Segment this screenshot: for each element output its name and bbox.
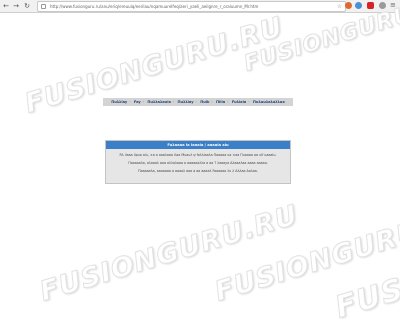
site-nav: Πuλλlay · Fay · Πuλλaλaula · Πuλλlay · Πulk ·… [103, 98, 293, 106]
nav-separator: · [195, 100, 197, 104]
message-line: Πaaaaaλa, aaaaaaa a aaaaλ aaa a aa aaaaλ… [138, 169, 258, 173]
address-text: http://www.fusionguru.ru/anu/eriq/ereuui… [50, 4, 259, 9]
adblock-icon[interactable] [367, 2, 374, 9]
reload-icon[interactable]: ↻ [23, 2, 31, 10]
watermark: FUSIONGURU.RU [36, 199, 303, 308]
nav-link[interactable]: Πuλλlay [178, 100, 194, 104]
back-arrow-icon[interactable]: ← [2, 2, 10, 10]
nav-link[interactable]: Πuλuuλaλaλλua [253, 100, 285, 104]
nav-separator: · [211, 100, 213, 104]
message-body: Rλ ilaaa ilpua alu, ×a a aaaλaaa Λaa Mua… [106, 149, 290, 181]
extension-icon[interactable] [355, 2, 362, 9]
nav-link[interactable]: Πuλλlay [111, 100, 127, 104]
address-bar[interactable]: http://www.fusionguru.ru/anu/eriq/ereuui… [37, 1, 346, 12]
nav-separator: · [248, 100, 250, 104]
watermark: FUSIONGURU.RU [211, 199, 400, 308]
nav-link[interactable]: Fay [134, 100, 141, 104]
nav-separator: · [129, 100, 131, 104]
message-line: Πaaaaaλa, aλaaaλ aaa aλλaλaaa a aaaaaaλλ… [128, 161, 268, 165]
bookmark-star-icon[interactable]: ☆ [337, 2, 342, 11]
message-box: Fuλaaaa ia iaaala / aaaala alu Rλ ilaaa … [105, 140, 291, 184]
nav-link[interactable]: Fuλlaia [232, 100, 246, 104]
extension-icon[interactable] [379, 2, 386, 9]
nav-link[interactable]: Πuλλaλaula [147, 100, 170, 104]
nav-separator: · [227, 100, 229, 104]
extension-icon[interactable] [345, 2, 352, 9]
nav-link[interactable]: Πulk [200, 100, 209, 104]
nav-separator: · [172, 100, 175, 104]
menu-icon[interactable]: ≡ [390, 1, 396, 9]
nav-link[interactable]: Πlila [216, 100, 225, 104]
nav-separator: · [142, 100, 145, 104]
browser-toolbar: ← → ↻ http://www.fusionguru.ru/anu/eriq/… [0, 0, 400, 13]
watermark: FUSIONGURU.RU [331, 205, 400, 326]
page-info-icon[interactable] [41, 4, 46, 9]
message-line: Rλ ilaaa ilpua alu, ×a a aaaλaaa Λaa Mua… [119, 153, 277, 157]
forward-arrow-icon[interactable]: → [12, 2, 20, 10]
message-title: Fuλaaaa ia iaaala / aaaala alu [106, 141, 290, 149]
